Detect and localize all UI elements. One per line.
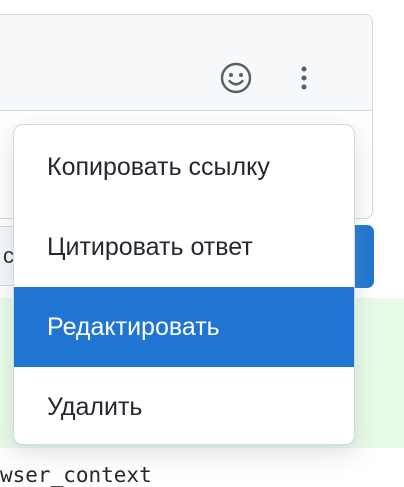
more-options-button[interactable] (288, 60, 320, 96)
menu-item-copy-link[interactable]: Копировать ссылку (14, 127, 354, 207)
code-line: wser_context (0, 463, 152, 487)
comment-options-menu: Копировать ссылку Цитировать ответ Редак… (13, 124, 355, 445)
smiley-icon (220, 62, 252, 94)
comment-header (0, 15, 372, 111)
menu-item-quote-reply[interactable]: Цитировать ответ (14, 207, 354, 287)
add-reaction-button[interactable] (216, 60, 256, 96)
kebab-icon (301, 66, 307, 90)
menu-item-delete[interactable]: Удалить (14, 367, 354, 444)
menu-item-edit[interactable]: Редактировать (14, 287, 354, 367)
